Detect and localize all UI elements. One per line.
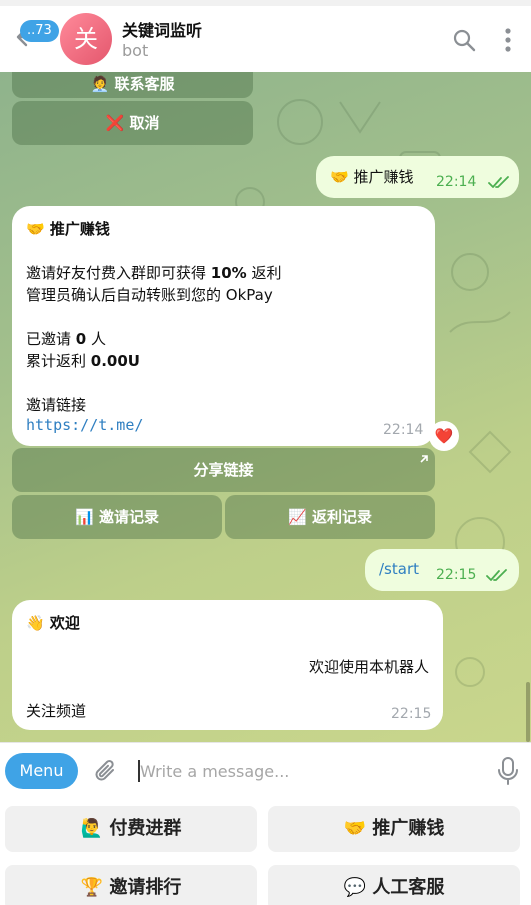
read-checkmarks-icon — [486, 569, 507, 581]
promo-line-2: 管理员确认后自动转账到您的 OkPay — [26, 286, 273, 304]
bot-keyboard: 🙋‍♂️ 付费进群 🤝 推广赚钱 🏆 邀请排行 💬 人工客服 — [0, 798, 531, 905]
welcome-message[interactable]: 👋 欢迎 欢迎使用本机器人 关注频道 22:15 — [12, 600, 443, 730]
promote-earn-button[interactable]: 🤝 推广赚钱 — [268, 806, 520, 852]
promo-line-1: 邀请好友付费入群即可获得 10% 返利 — [26, 264, 282, 282]
support-agent-icon: 🧑‍💼 — [90, 75, 110, 93]
speech-bubble-icon: 💬 — [343, 877, 367, 898]
message-composer: Menu — [0, 742, 531, 798]
message-time: 22:15 — [436, 567, 477, 583]
human-support-label: 人工客服 — [372, 877, 445, 898]
promote-earn-label: 推广赚钱 — [372, 818, 445, 839]
message-text: 🤝 推广赚钱 — [330, 168, 414, 186]
message-time: 22:14 — [383, 422, 424, 438]
cross-mark-icon: ❌ — [105, 114, 125, 132]
external-link-icon — [420, 455, 428, 463]
unread-badge: ..73 — [20, 20, 59, 42]
chat-title[interactable]: 关键词监听 — [122, 17, 202, 41]
read-checkmarks-icon — [488, 176, 509, 188]
invite-link[interactable]: https://t.me/ — [26, 416, 143, 434]
cancel-label: 取消 — [129, 114, 160, 132]
invite-ranking-button[interactable]: 🏆 邀请排行 — [5, 865, 257, 905]
rebate-records-label: 返利记录 — [311, 508, 372, 526]
trophy-icon: 🏆 — [80, 877, 104, 898]
heart-reaction-icon[interactable]: ❤️ — [429, 421, 459, 451]
contact-support-button[interactable]: 🧑‍💼 联系客服 — [12, 72, 253, 98]
promo-message[interactable]: 🤝 推广赚钱 邀请好友付费入群即可获得 10% 返利 管理员确认后自动转账到您的… — [12, 206, 435, 446]
paperclip-icon[interactable] — [93, 758, 119, 786]
trend-chart-icon: 📈 — [288, 508, 307, 526]
invite-records-button[interactable]: 📊 邀请记录 — [12, 495, 222, 539]
invite-ranking-label: 邀请排行 — [109, 877, 182, 898]
rebate-records-button[interactable]: 📈 返利记录 — [225, 495, 435, 539]
share-link-button[interactable]: 分享链接 — [12, 448, 435, 492]
handshake-icon: 🤝 — [343, 818, 367, 839]
microphone-icon[interactable] — [496, 756, 520, 786]
outgoing-message[interactable]: /start 22:15 — [365, 549, 519, 591]
menu-button[interactable]: Menu — [5, 753, 78, 789]
message-input[interactable] — [140, 759, 480, 783]
raising-hand-icon: 🙋‍♂️ — [80, 818, 104, 839]
paid-join-group-label: 付费进群 — [109, 818, 182, 839]
chat-scrollbar[interactable] — [526, 682, 530, 742]
chat-header: ..73 关 关键词监听 bot — [0, 6, 531, 72]
welcome-title: 👋 欢迎 — [26, 614, 80, 632]
paid-join-group-button[interactable]: 🙋‍♂️ 付费进群 — [5, 806, 257, 852]
follow-channel-text: 关注频道 — [26, 702, 87, 720]
human-support-button[interactable]: 💬 人工客服 — [268, 865, 520, 905]
search-icon[interactable] — [452, 28, 476, 52]
outgoing-message[interactable]: 🤝 推广赚钱 22:14 — [316, 156, 519, 198]
rebate-total-line: 累计返利 0.00U — [26, 352, 140, 370]
promo-title: 🤝 推广赚钱 — [26, 220, 110, 238]
chat-subtitle: bot — [122, 41, 149, 60]
welcome-text: 欢迎使用本机器人 — [308, 658, 429, 676]
avatar[interactable]: 关 — [60, 13, 112, 65]
message-time: 22:14 — [436, 174, 477, 190]
command-text[interactable]: /start — [379, 560, 419, 578]
message-time: 22:15 — [391, 706, 432, 722]
invited-count-line: 已邀请 0 人 — [26, 330, 106, 348]
invite-records-label: 邀请记录 — [98, 508, 159, 526]
invite-link-label: 邀请链接 — [26, 396, 87, 414]
share-link-label: 分享链接 — [193, 461, 254, 479]
more-vertical-icon[interactable] — [500, 26, 516, 54]
chat-area[interactable]: 🧑‍💼 联系客服 ❌ 取消 🤝 推广赚钱 22:14 🤝 推广赚钱 邀请好友付费… — [0, 72, 531, 742]
bar-chart-icon: 📊 — [75, 508, 94, 526]
cancel-button[interactable]: ❌ 取消 — [12, 101, 253, 145]
